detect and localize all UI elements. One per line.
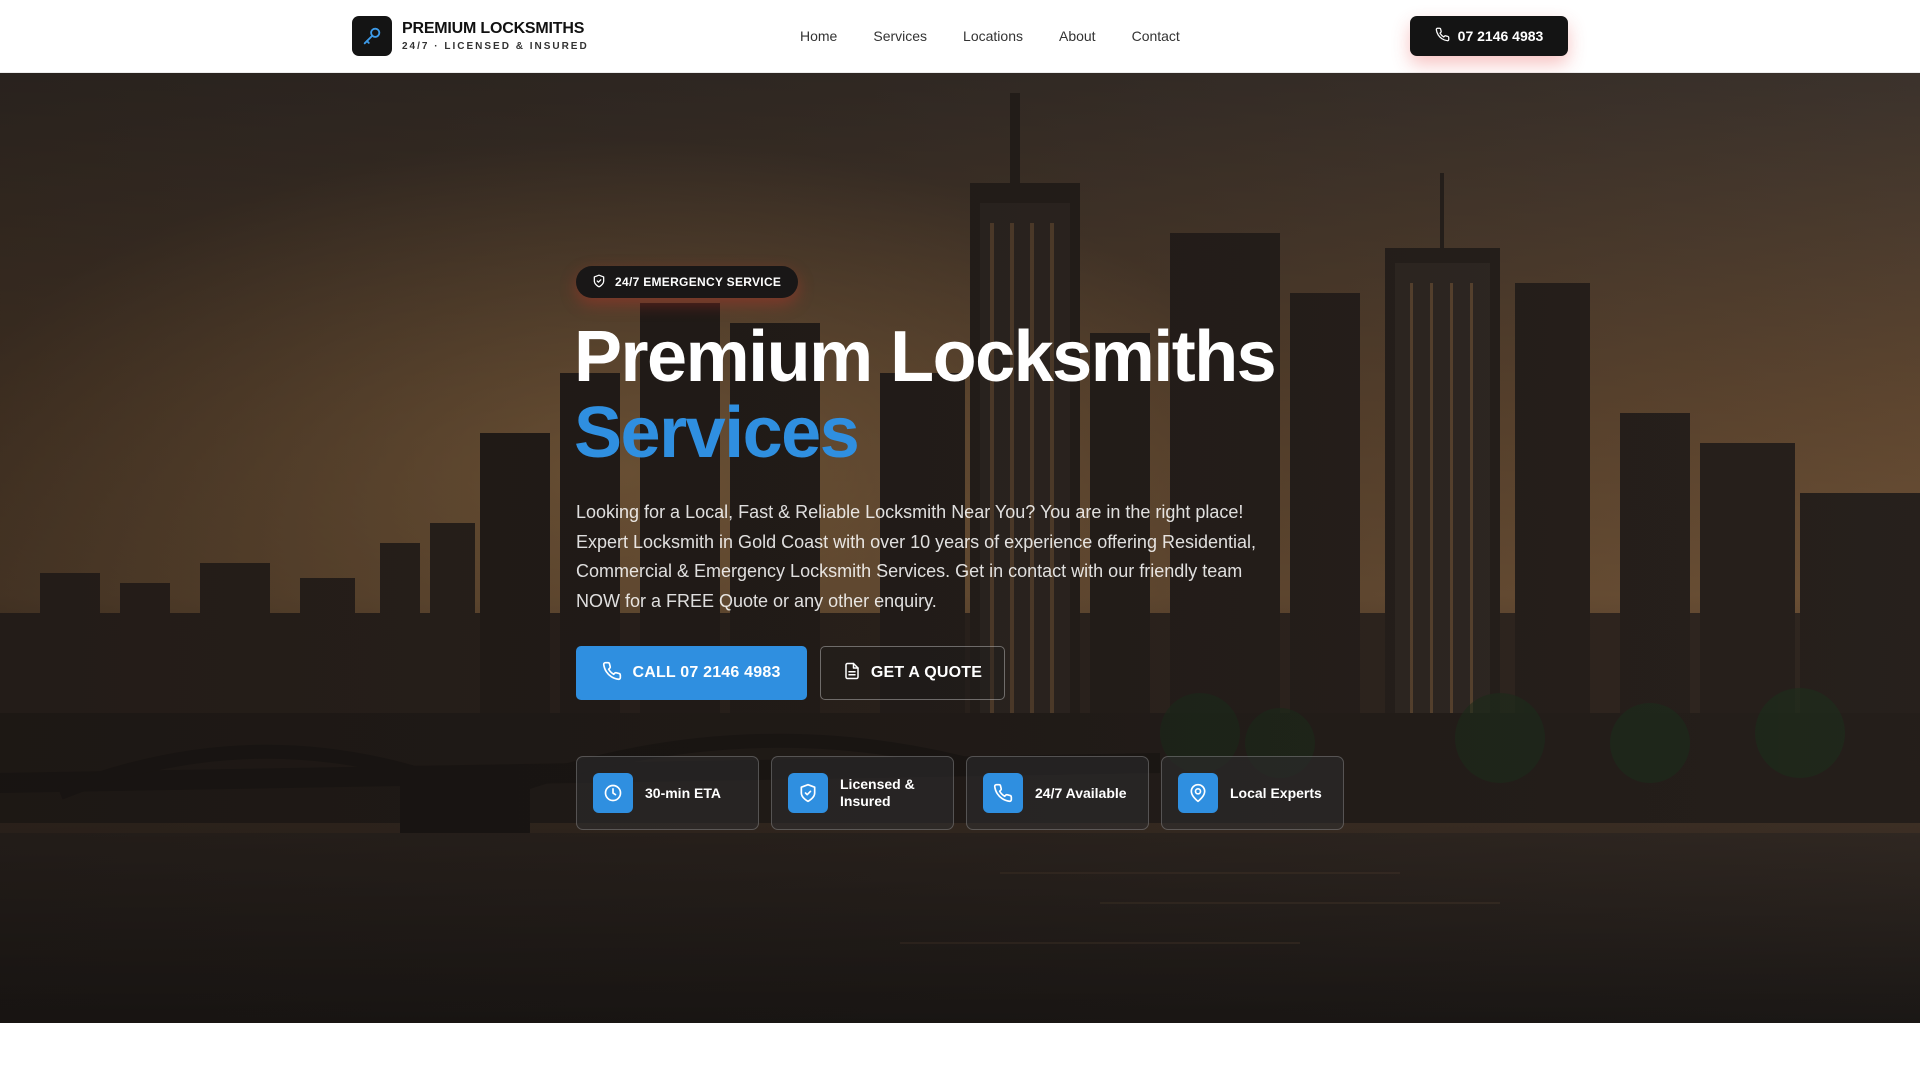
feature-card-eta: 30-min ETA [576, 756, 759, 830]
brand-title: PREMIUM LOCKSMITHS [402, 19, 585, 37]
main-menu: Home Services Locations About Contact [800, 27, 1180, 45]
shield-check-icon [592, 274, 606, 291]
nav-link-services[interactable]: Services [873, 27, 927, 45]
shield-check-icon [788, 773, 828, 813]
feature-label: 30-min ETA [645, 784, 721, 801]
call-now-label: CALL 07 2146 4983 [632, 664, 781, 681]
feature-label: Licensed & Insured [840, 776, 915, 809]
get-quote-button[interactable]: GET A QUOTE [820, 646, 1005, 700]
feature-card-available: 24/7 Available [966, 756, 1149, 830]
clock-icon [593, 773, 633, 813]
phone-icon [1435, 27, 1450, 45]
nav-link-home[interactable]: Home [800, 27, 837, 45]
phone-icon [983, 773, 1023, 813]
nav-link-locations[interactable]: Locations [963, 27, 1023, 45]
nav-link-about[interactable]: About [1059, 27, 1096, 45]
map-pin-icon [1178, 773, 1218, 813]
hero-title-line2: Services [574, 393, 860, 473]
hero-description: Looking for a Local, Fast & Reliable Loc… [576, 502, 1257, 611]
nav-call-label: 07 2146 4983 [1457, 28, 1544, 44]
feature-list: 30-min ETA Licensed & Insured 24/7 Avail… [576, 756, 1344, 830]
hero-title: Premium Locksmiths Services [574, 317, 1277, 473]
feature-label: Local Experts [1230, 784, 1322, 801]
feature-card-licensed: Licensed & Insured [771, 756, 954, 830]
emergency-badge: 24/7 EMERGENCY SERVICE [576, 266, 799, 298]
feature-label: 24/7 Available [1035, 784, 1127, 801]
call-now-button[interactable]: CALL 07 2146 4983 [576, 646, 807, 700]
phone-icon [602, 661, 622, 686]
emergency-badge-label: 24/7 EMERGENCY SERVICE [615, 275, 782, 289]
key-icon [352, 16, 392, 56]
document-icon [843, 662, 861, 685]
feature-card-local: Local Experts [1161, 756, 1344, 830]
brand[interactable]: PREMIUM LOCKSMITHS 24/7 · LICENSED & INS… [352, 16, 589, 56]
brand-subtitle: 24/7 · LICENSED & INSURED [402, 40, 589, 52]
get-quote-label: GET A QUOTE [870, 664, 983, 681]
nav-call-button[interactable]: 07 2146 4983 [1410, 16, 1568, 56]
top-navbar: PREMIUM LOCKSMITHS 24/7 · LICENSED & INS… [0, 0, 1920, 73]
nav-link-contact[interactable]: Contact [1132, 27, 1180, 45]
hero-section: 24/7 EMERGENCY SERVICE Premium Locksmith… [0, 73, 1920, 1023]
hero-title-line1: Premium Locksmiths [574, 317, 1277, 397]
